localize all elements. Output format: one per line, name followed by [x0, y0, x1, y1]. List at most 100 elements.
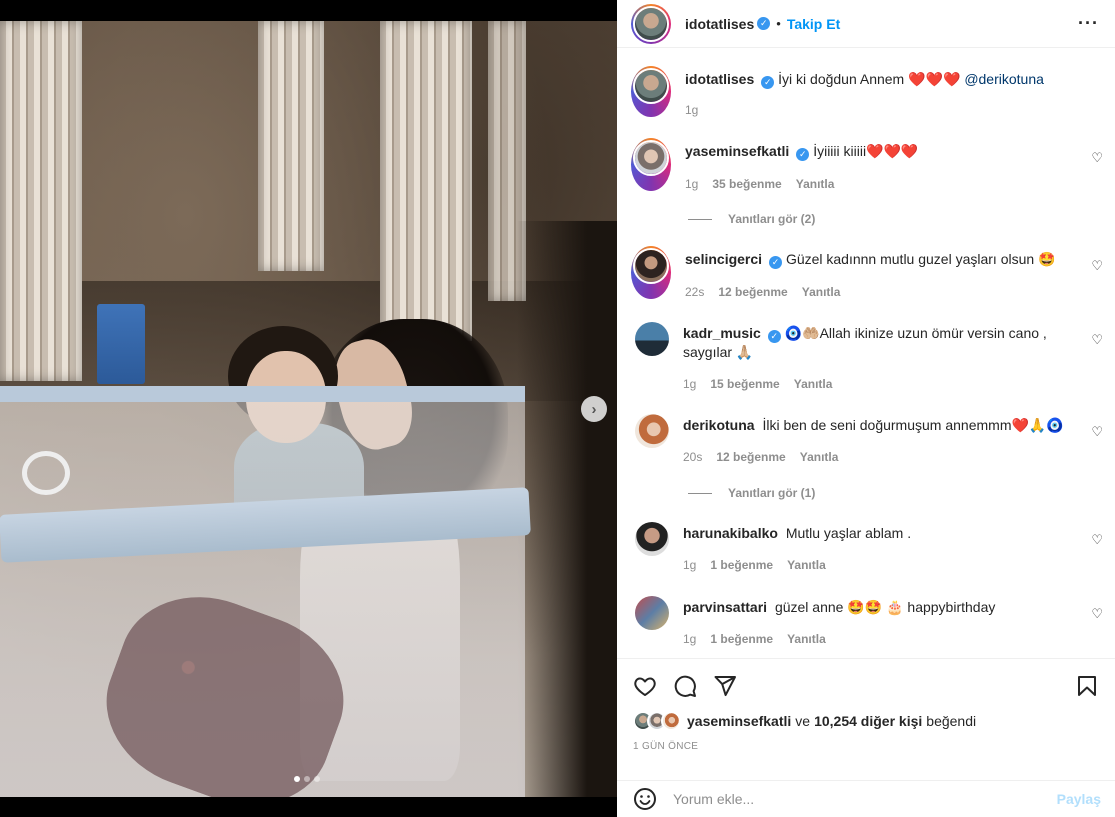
likes-summary[interactable]: yaseminsefkatli ve 10,254 diğer kişi beğ… — [633, 711, 1099, 731]
caption-hearts: ❤️❤️❤️ — [908, 71, 961, 87]
post-timestamp[interactable]: 1 GÜN ÖNCE — [633, 741, 1099, 752]
comment-avatar-ring[interactable] — [631, 246, 671, 299]
separator-dot: • — [776, 16, 781, 31]
comment-likes[interactable]: 1 beğenme — [710, 558, 773, 572]
chevron-right-icon: › — [591, 400, 597, 418]
emoji-icon[interactable] — [633, 787, 657, 811]
comments-list[interactable]: idotatlises ✓ İyi ki doğdun Annem ❤️❤️❤️ … — [617, 54, 1115, 658]
comment-item: parvinsattari güzel anne 🤩🤩 🎂 happybirth… — [631, 594, 1103, 646]
caption-mention[interactable]: @derikotuna — [964, 71, 1044, 87]
comment-item: kadr_music ✓ 🧿🤲🏼Allah ikinize uzun ömür v… — [631, 320, 1103, 391]
heart-outline-icon[interactable]: ♡ — [1091, 606, 1103, 622]
caption-avatar-ring[interactable] — [631, 66, 671, 117]
avatar[interactable] — [635, 142, 667, 174]
author-username[interactable]: idotatlises — [685, 16, 754, 32]
reply-button[interactable]: Yanıtla — [796, 177, 835, 191]
verified-badge-icon: ✓ — [796, 147, 810, 161]
heart-outline-icon[interactable]: ♡ — [1091, 424, 1103, 440]
likes-count[interactable]: 10,254 diğer kişi — [814, 713, 922, 729]
verified-badge-icon: ✓ — [761, 75, 775, 89]
carousel-dot — [304, 776, 310, 782]
carousel-dot — [294, 776, 300, 782]
comment-likes[interactable]: 1 beğenme — [710, 632, 773, 646]
post-actions: yaseminsefkatli ve 10,254 diğer kişi beğ… — [617, 658, 1115, 752]
avatar[interactable] — [635, 322, 669, 356]
instagram-post-modal: › idotatlises ✓ • Takip Et ··· idotatlis… — [0, 0, 1115, 817]
comment-likes[interactable]: 15 beğenme — [710, 377, 779, 391]
comment-input[interactable] — [673, 791, 1057, 807]
avatar[interactable] — [635, 596, 669, 630]
heart-outline-icon[interactable]: ♡ — [1091, 532, 1103, 548]
view-replies-button[interactable]: Yanıtları gör (1) — [688, 486, 815, 500]
photo-column — [380, 21, 472, 341]
avatar[interactable] — [635, 250, 667, 282]
more-horizontal-icon[interactable]: ··· — [1078, 13, 1099, 34]
avatar — [661, 711, 681, 731]
comment-time[interactable]: 20s — [683, 450, 702, 464]
reply-button[interactable]: Yanıtla — [787, 558, 826, 572]
carousel-indicator — [294, 776, 320, 782]
comment-time[interactable]: 1g — [683, 632, 696, 646]
verified-badge-icon: ✓ — [757, 17, 771, 30]
first-liker-username[interactable]: yaseminsefkatli — [687, 713, 791, 729]
likes-connector: ve — [795, 713, 811, 729]
follow-button[interactable]: Takip Et — [787, 16, 840, 32]
comment-username[interactable]: selincigerci — [685, 251, 762, 267]
comment-time[interactable]: 1g — [683, 377, 696, 391]
post-photo[interactable] — [0, 21, 617, 797]
comment-username[interactable]: kadr_music — [683, 325, 761, 341]
comment-time[interactable]: 22s — [685, 285, 704, 299]
heart-outline-icon[interactable]: ♡ — [1091, 258, 1103, 274]
comment-text: İlki ben de seni doğurmuşum annemmm❤️🙏🧿 — [762, 417, 1064, 433]
comment-item: selincigerci ✓ Güzel kadınnn mutlu guzel … — [631, 246, 1103, 299]
caption: idotatlises ✓ İyi ki doğdun Annem ❤️❤️❤️ … — [631, 66, 1103, 117]
photo-box — [97, 304, 145, 384]
reply-button[interactable]: Yanıtla — [800, 450, 839, 464]
likes-suffix: beğendi — [926, 713, 977, 729]
verified-badge-icon: ✓ — [767, 329, 781, 343]
photo-shadow — [517, 221, 617, 797]
share-paper-plane-icon[interactable] — [713, 674, 737, 698]
comment-likes[interactable]: 12 beğenme — [718, 285, 787, 299]
bookmark-save-icon[interactable] — [1075, 674, 1099, 698]
post-side-panel: idotatlises ✓ • Takip Et ··· idotatlises… — [617, 0, 1115, 817]
avatar[interactable] — [635, 414, 669, 448]
reply-button[interactable]: Yanıtla — [794, 377, 833, 391]
reply-button[interactable]: Yanıtla — [787, 632, 826, 646]
post-header: idotatlises ✓ • Takip Et ··· — [617, 0, 1115, 48]
comment-username[interactable]: derikotuna — [683, 417, 755, 433]
comment-text: güzel anne 🤩🤩 🎂 happybirthday — [774, 599, 996, 615]
post-comment-button[interactable]: Paylaş — [1057, 791, 1101, 807]
caption-time[interactable]: 1g — [685, 103, 698, 117]
comment-avatar-ring[interactable] — [631, 138, 671, 191]
heart-outline-icon[interactable]: ♡ — [1091, 150, 1103, 166]
verified-badge-icon: ✓ — [769, 255, 783, 269]
comment-text: İyiiiii kiiiii❤️❤️❤️ — [813, 143, 919, 159]
comment-likes[interactable]: 35 beğenme — [712, 177, 781, 191]
comment-item: yaseminsefkatli ✓ İyiiiii kiiiii❤️❤️❤️ 1g… — [631, 138, 1103, 191]
comment-likes[interactable]: 12 beğenme — [716, 450, 785, 464]
avatar[interactable] — [635, 7, 667, 40]
comment-username[interactable]: harunakibalko — [683, 525, 778, 541]
photo-column — [0, 21, 82, 381]
caption-text: İyi ki doğdun Annem — [778, 71, 905, 87]
comment-time[interactable]: 1g — [685, 177, 698, 191]
comment-username[interactable]: parvinsattari — [683, 599, 767, 615]
comment-item: derikotuna İlki ben de seni doğurmuşum a… — [631, 412, 1103, 464]
heart-outline-icon[interactable]: ♡ — [1091, 332, 1103, 348]
like-heart-icon[interactable] — [633, 674, 657, 698]
add-comment-bar: Paylaş — [617, 780, 1115, 817]
caption-username[interactable]: idotatlises — [685, 71, 754, 87]
carousel-next-button[interactable]: › — [581, 396, 607, 422]
avatar[interactable] — [635, 70, 667, 102]
comment-time[interactable]: 1g — [683, 558, 696, 572]
action-icons — [633, 659, 1099, 713]
reply-button[interactable]: Yanıtla — [802, 285, 841, 299]
comment-bubble-icon[interactable] — [673, 674, 697, 698]
comment-item: harunakibalko Mutlu yaşlar ablam . 1g 1 … — [631, 520, 1103, 572]
view-replies-button[interactable]: Yanıtları gör (2) — [688, 212, 815, 226]
author-avatar-ring[interactable] — [631, 3, 671, 44]
comment-username[interactable]: yaseminsefkatli — [685, 143, 789, 159]
avatar[interactable] — [635, 522, 669, 556]
post-media: › — [0, 0, 617, 817]
